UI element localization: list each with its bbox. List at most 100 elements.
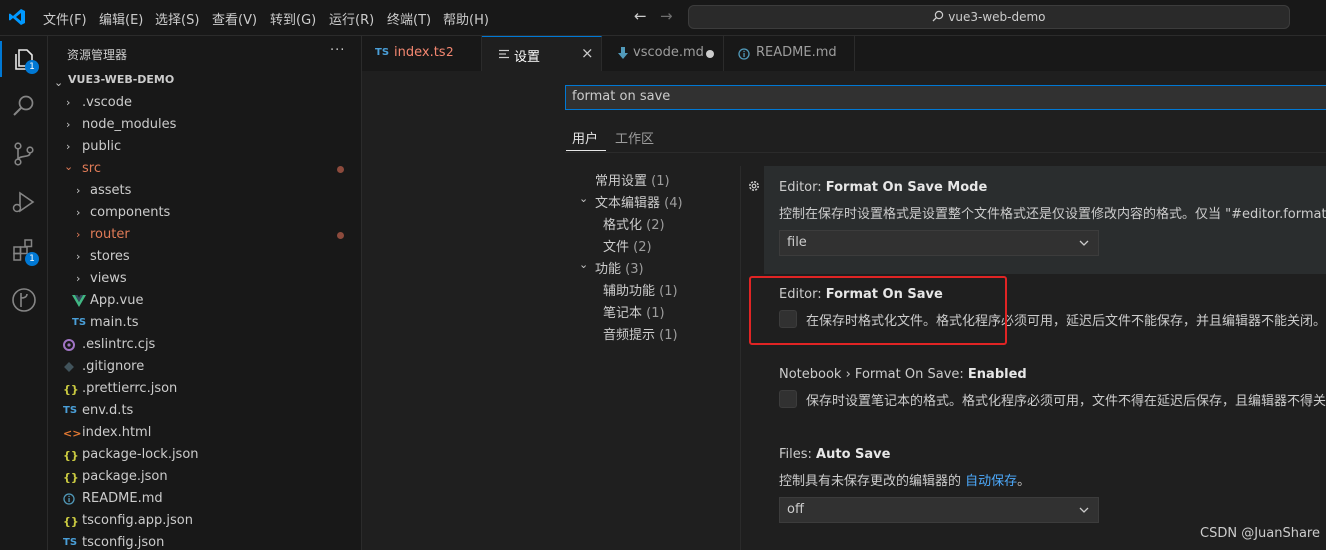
tree-item-label: package.json <box>82 469 168 484</box>
search-icon <box>933 10 944 22</box>
menu-terminal[interactable]: 终端(T) <box>387 9 431 28</box>
explorer-sidebar: 资源管理器 ··· ⌄ VUE3-WEB-DEMO › .vscode › no… <box>48 36 362 550</box>
eslint-icon <box>63 339 75 351</box>
close-icon[interactable]: × <box>581 44 594 62</box>
tree-item-label: tsconfig.app.json <box>82 513 193 528</box>
tab-label: 设置 <box>514 50 541 65</box>
explorer-badge: 1 <box>25 60 39 74</box>
auto-save-link[interactable]: 自动保存 <box>965 474 1017 489</box>
menu-run[interactable]: 运行(R) <box>329 9 374 28</box>
toc-label: 辅助功能 <box>603 284 656 299</box>
json-icon: {} <box>63 515 79 528</box>
extensions-badge: 1 <box>25 252 39 266</box>
tree-item-label: env.d.ts <box>82 403 134 418</box>
toc-count: (1) <box>659 284 678 299</box>
highlight-annotation-box <box>749 276 1007 345</box>
run-debug-icon[interactable] <box>10 188 38 216</box>
chevron-right-icon: › <box>76 184 81 197</box>
vscode-logo-icon <box>9 9 25 25</box>
chevron-right-icon: › <box>76 228 81 241</box>
ts-icon: TS <box>72 317 87 328</box>
tree-item-label: .eslintrc.cjs <box>82 337 156 352</box>
tab-settings[interactable]: 设置 × <box>482 36 602 71</box>
editor-tab-bar: TS index.ts 2 设置 × vscode.md README.md <box>362 36 1326 72</box>
toc-label: 常用设置 <box>595 174 648 189</box>
tab-label: vscode.md <box>633 45 704 60</box>
chevron-right-icon: › <box>76 206 81 219</box>
tab-label: README.md <box>756 45 837 60</box>
chevron-down-icon <box>1079 240 1089 246</box>
source-control-icon[interactable] <box>10 140 38 168</box>
tree-item-label: stores <box>90 249 130 264</box>
active-scope-underline <box>566 150 606 151</box>
chevron-right-icon: › <box>66 96 71 109</box>
toc-item-formatting[interactable]: 格式化 (2) <box>603 214 665 233</box>
format-on-save-mode-select[interactable]: file <box>779 230 1099 256</box>
git-graph-icon[interactable] <box>10 286 38 314</box>
settings-editor-icon <box>499 49 509 59</box>
menu-help[interactable]: 帮助(H) <box>443 9 489 28</box>
toc-count: (2) <box>646 218 665 233</box>
toc-item-files[interactable]: 文件 (2) <box>603 236 652 255</box>
chevron-down-icon <box>1079 507 1089 513</box>
setting-description: 控制在保存时设置格式是设置整个文件格式还是仅设置修改内容的格式。仅当 "#edi… <box>779 207 1326 222</box>
toc-count: (4) <box>664 196 683 211</box>
toc-divider <box>740 166 741 550</box>
ts-icon: TS <box>63 537 78 548</box>
notebook-format-on-save-checkbox[interactable] <box>779 390 797 408</box>
back-arrow-icon[interactable]: ← <box>634 7 647 25</box>
menu-selection[interactable]: 选择(S) <box>155 9 199 28</box>
tree-item-label: src <box>82 161 101 176</box>
command-center-search[interactable]: vue3-web-demo <box>688 5 1290 29</box>
more-actions-icon[interactable]: ··· <box>330 43 345 58</box>
toc-item-text-editor[interactable]: 文本编辑器 (4) <box>595 192 683 211</box>
description-text: 控制具有未保存更改的编辑器的 <box>779 474 966 489</box>
toc-item-features[interactable]: 功能 (3) <box>595 258 644 277</box>
vue-icon <box>72 295 86 307</box>
toc-label: 文件 <box>603 240 630 255</box>
select-value: off <box>787 502 804 517</box>
setting-name: Auto Save <box>816 447 891 462</box>
tab-index-ts[interactable]: TS index.ts 2 <box>362 36 482 71</box>
tab-label: index.ts <box>394 45 446 60</box>
scope-tab-user[interactable]: 用户 <box>572 128 598 147</box>
json-icon: {} <box>63 449 79 462</box>
tree-item-label: assets <box>90 183 132 198</box>
tree-item-label: public <box>82 139 122 154</box>
tree-item-label: .prettierrc.json <box>82 381 178 396</box>
settings-search-input[interactable] <box>565 85 1326 110</box>
chevron-down-icon: ⌄ <box>64 160 74 173</box>
html-icon: <> <box>63 427 82 440</box>
toc-item-accessibility[interactable]: 辅助功能 (1) <box>603 280 678 299</box>
toc-label: 笔记本 <box>603 306 643 321</box>
chevron-right-icon: › <box>66 118 71 131</box>
chevron-right-icon: › <box>76 272 81 285</box>
toc-item-common[interactable]: 常用设置 (1) <box>595 170 670 189</box>
ts-icon: TS <box>375 47 390 58</box>
setting-prefix: Editor: <box>779 180 826 195</box>
markdown-icon <box>618 47 628 59</box>
toc-count: (3) <box>625 262 644 277</box>
tab-vscode-md[interactable]: vscode.md <box>602 36 724 71</box>
toc-item-audio-cues[interactable]: 音频提示 (1) <box>603 324 678 343</box>
menu-edit[interactable]: 编辑(E) <box>99 9 143 28</box>
toc-item-notebook[interactable]: 笔记本 (1) <box>603 302 665 321</box>
unsaved-dot <box>706 50 714 58</box>
menu-view[interactable]: 查看(V) <box>212 9 257 28</box>
explorer-title: 资源管理器 <box>67 48 128 62</box>
json-icon: {} <box>63 383 79 396</box>
json-icon: {} <box>63 471 79 484</box>
menu-go[interactable]: 转到(G) <box>270 9 316 28</box>
tree-item-label: App.vue <box>90 293 144 308</box>
tab-readme-md[interactable]: README.md <box>724 36 855 71</box>
command-center-text: vue3-web-demo <box>948 10 1046 24</box>
menu-file[interactable]: 文件(F) <box>43 9 87 28</box>
scope-tab-workspace[interactable]: 工作区 <box>615 128 654 147</box>
modified-dot <box>337 232 344 239</box>
auto-save-select[interactable]: off <box>779 497 1099 523</box>
forward-arrow-icon[interactable]: → <box>660 7 673 25</box>
title-bar: 文件(F) 编辑(E) 选择(S) 查看(V) 转到(G) 运行(R) 终端(T… <box>0 0 1326 36</box>
project-root[interactable]: VUE3-WEB-DEMO <box>68 73 174 86</box>
search-icon[interactable] <box>10 92 38 120</box>
gear-icon[interactable] <box>747 179 761 193</box>
